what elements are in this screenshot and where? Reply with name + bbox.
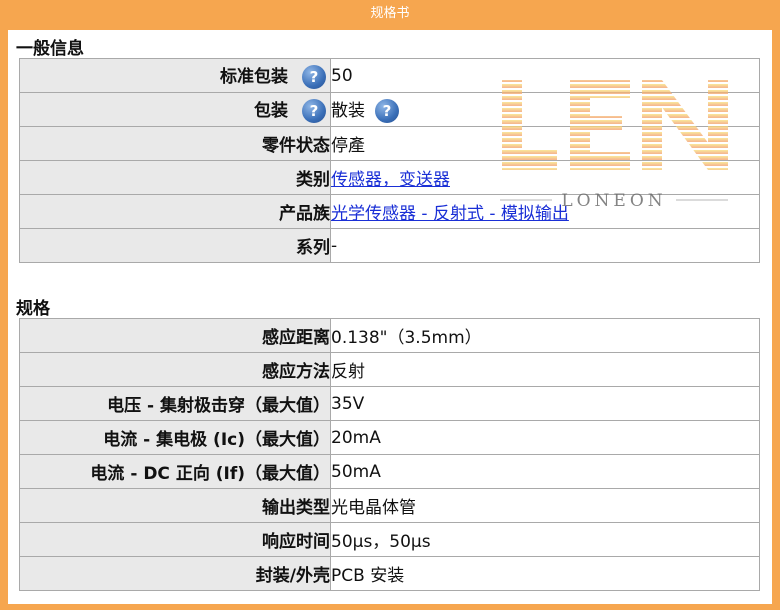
row-value-sensing-distance: 0.138"（3.5mm） bbox=[330, 318, 760, 353]
table-row: 响应时间 50µs，50µs bbox=[19, 522, 760, 557]
row-label-series: 系列 bbox=[19, 228, 331, 263]
table-row: 电流 - DC 正向 (If)（最大值） 50mA bbox=[19, 454, 760, 489]
row-value-output-type: 光电晶体管 bbox=[330, 488, 760, 523]
row-label-category: 类别 bbox=[19, 160, 331, 195]
row-value-part-status: 停產 bbox=[330, 126, 760, 161]
question-help-icon[interactable]: ? bbox=[375, 99, 399, 123]
general-info-heading: 一般信息 bbox=[16, 39, 84, 59]
row-value-series: - bbox=[330, 228, 760, 263]
spec-sheet: 一般信息 标准包装? 50 包装? 散装? 零件状态 停產 类别 传感器，变送器… bbox=[8, 30, 772, 604]
table-row: 类别 传感器，变送器 bbox=[19, 160, 760, 195]
row-label-ic-max: 电流 - 集电极 (Ic)（最大值） bbox=[19, 420, 331, 455]
table-row: 产品族 光学传感器 - 反射式 - 模拟输出 bbox=[19, 194, 760, 229]
row-value-response-time: 50µs，50µs bbox=[330, 522, 760, 557]
table-row: 标准包装? 50 bbox=[19, 58, 760, 93]
row-label-if-max: 电流 - DC 正向 (If)（最大值） bbox=[19, 454, 331, 489]
row-value-vceo-max: 35V bbox=[330, 386, 760, 421]
row-label-part-status: 零件状态 bbox=[19, 126, 331, 161]
table-row: 封装/外壳 PCB 安装 bbox=[19, 556, 760, 591]
row-label-packaging: 包装? bbox=[19, 92, 331, 127]
value-text: 散装 bbox=[331, 101, 365, 121]
label-text: 标准包装 bbox=[220, 67, 288, 87]
row-value-category: 传感器，变送器 bbox=[330, 160, 760, 195]
specifications-heading: 规格 bbox=[16, 299, 50, 319]
specifications-table: 感应距离 0.138"（3.5mm） 感应方法 反射 电压 - 集射极击穿（最大… bbox=[19, 318, 760, 591]
product-family-link[interactable]: 光学传感器 - 反射式 - 模拟输出 bbox=[331, 204, 569, 224]
row-value-if-max: 50mA bbox=[330, 454, 760, 489]
table-row: 系列 - bbox=[19, 228, 760, 263]
row-value-ic-max: 20mA bbox=[330, 420, 760, 455]
row-value-package-case: PCB 安装 bbox=[330, 556, 760, 591]
table-row: 感应方法 反射 bbox=[19, 352, 760, 387]
row-label-vceo-max: 电压 - 集射极击穿（最大值） bbox=[19, 386, 331, 421]
row-value-packaging: 散装? bbox=[330, 92, 760, 127]
question-help-icon[interactable]: ? bbox=[302, 99, 326, 123]
row-label-package-case: 封装/外壳 bbox=[19, 556, 331, 591]
table-row: 输出类型 光电晶体管 bbox=[19, 488, 760, 523]
row-value-sensing-method: 反射 bbox=[330, 352, 760, 387]
table-row: 电流 - 集电极 (Ic)（最大值） 20mA bbox=[19, 420, 760, 455]
row-label-sensing-distance: 感应距离 bbox=[19, 318, 331, 353]
general-info-table: 标准包装? 50 包装? 散装? 零件状态 停產 类别 传感器，变送器 产品族 … bbox=[19, 58, 760, 263]
row-value-product-family: 光学传感器 - 反射式 - 模拟输出 bbox=[330, 194, 760, 229]
table-row: 零件状态 停產 bbox=[19, 126, 760, 161]
question-help-icon[interactable]: ? bbox=[302, 65, 326, 89]
row-label-standard-package: 标准包装? bbox=[19, 58, 331, 93]
row-label-product-family: 产品族 bbox=[19, 194, 331, 229]
row-value-standard-package: 50 bbox=[330, 58, 760, 93]
table-row: 电压 - 集射极击穿（最大值） 35V bbox=[19, 386, 760, 421]
label-text: 包装 bbox=[254, 101, 288, 121]
table-row: 包装? 散装? bbox=[19, 92, 760, 127]
category-link[interactable]: 传感器，变送器 bbox=[331, 170, 450, 190]
table-row: 感应距离 0.138"（3.5mm） bbox=[19, 318, 760, 353]
row-label-output-type: 输出类型 bbox=[19, 488, 331, 523]
row-label-sensing-method: 感应方法 bbox=[19, 352, 331, 387]
row-label-response-time: 响应时间 bbox=[19, 522, 331, 557]
window-title: 规格书 bbox=[370, 6, 410, 21]
